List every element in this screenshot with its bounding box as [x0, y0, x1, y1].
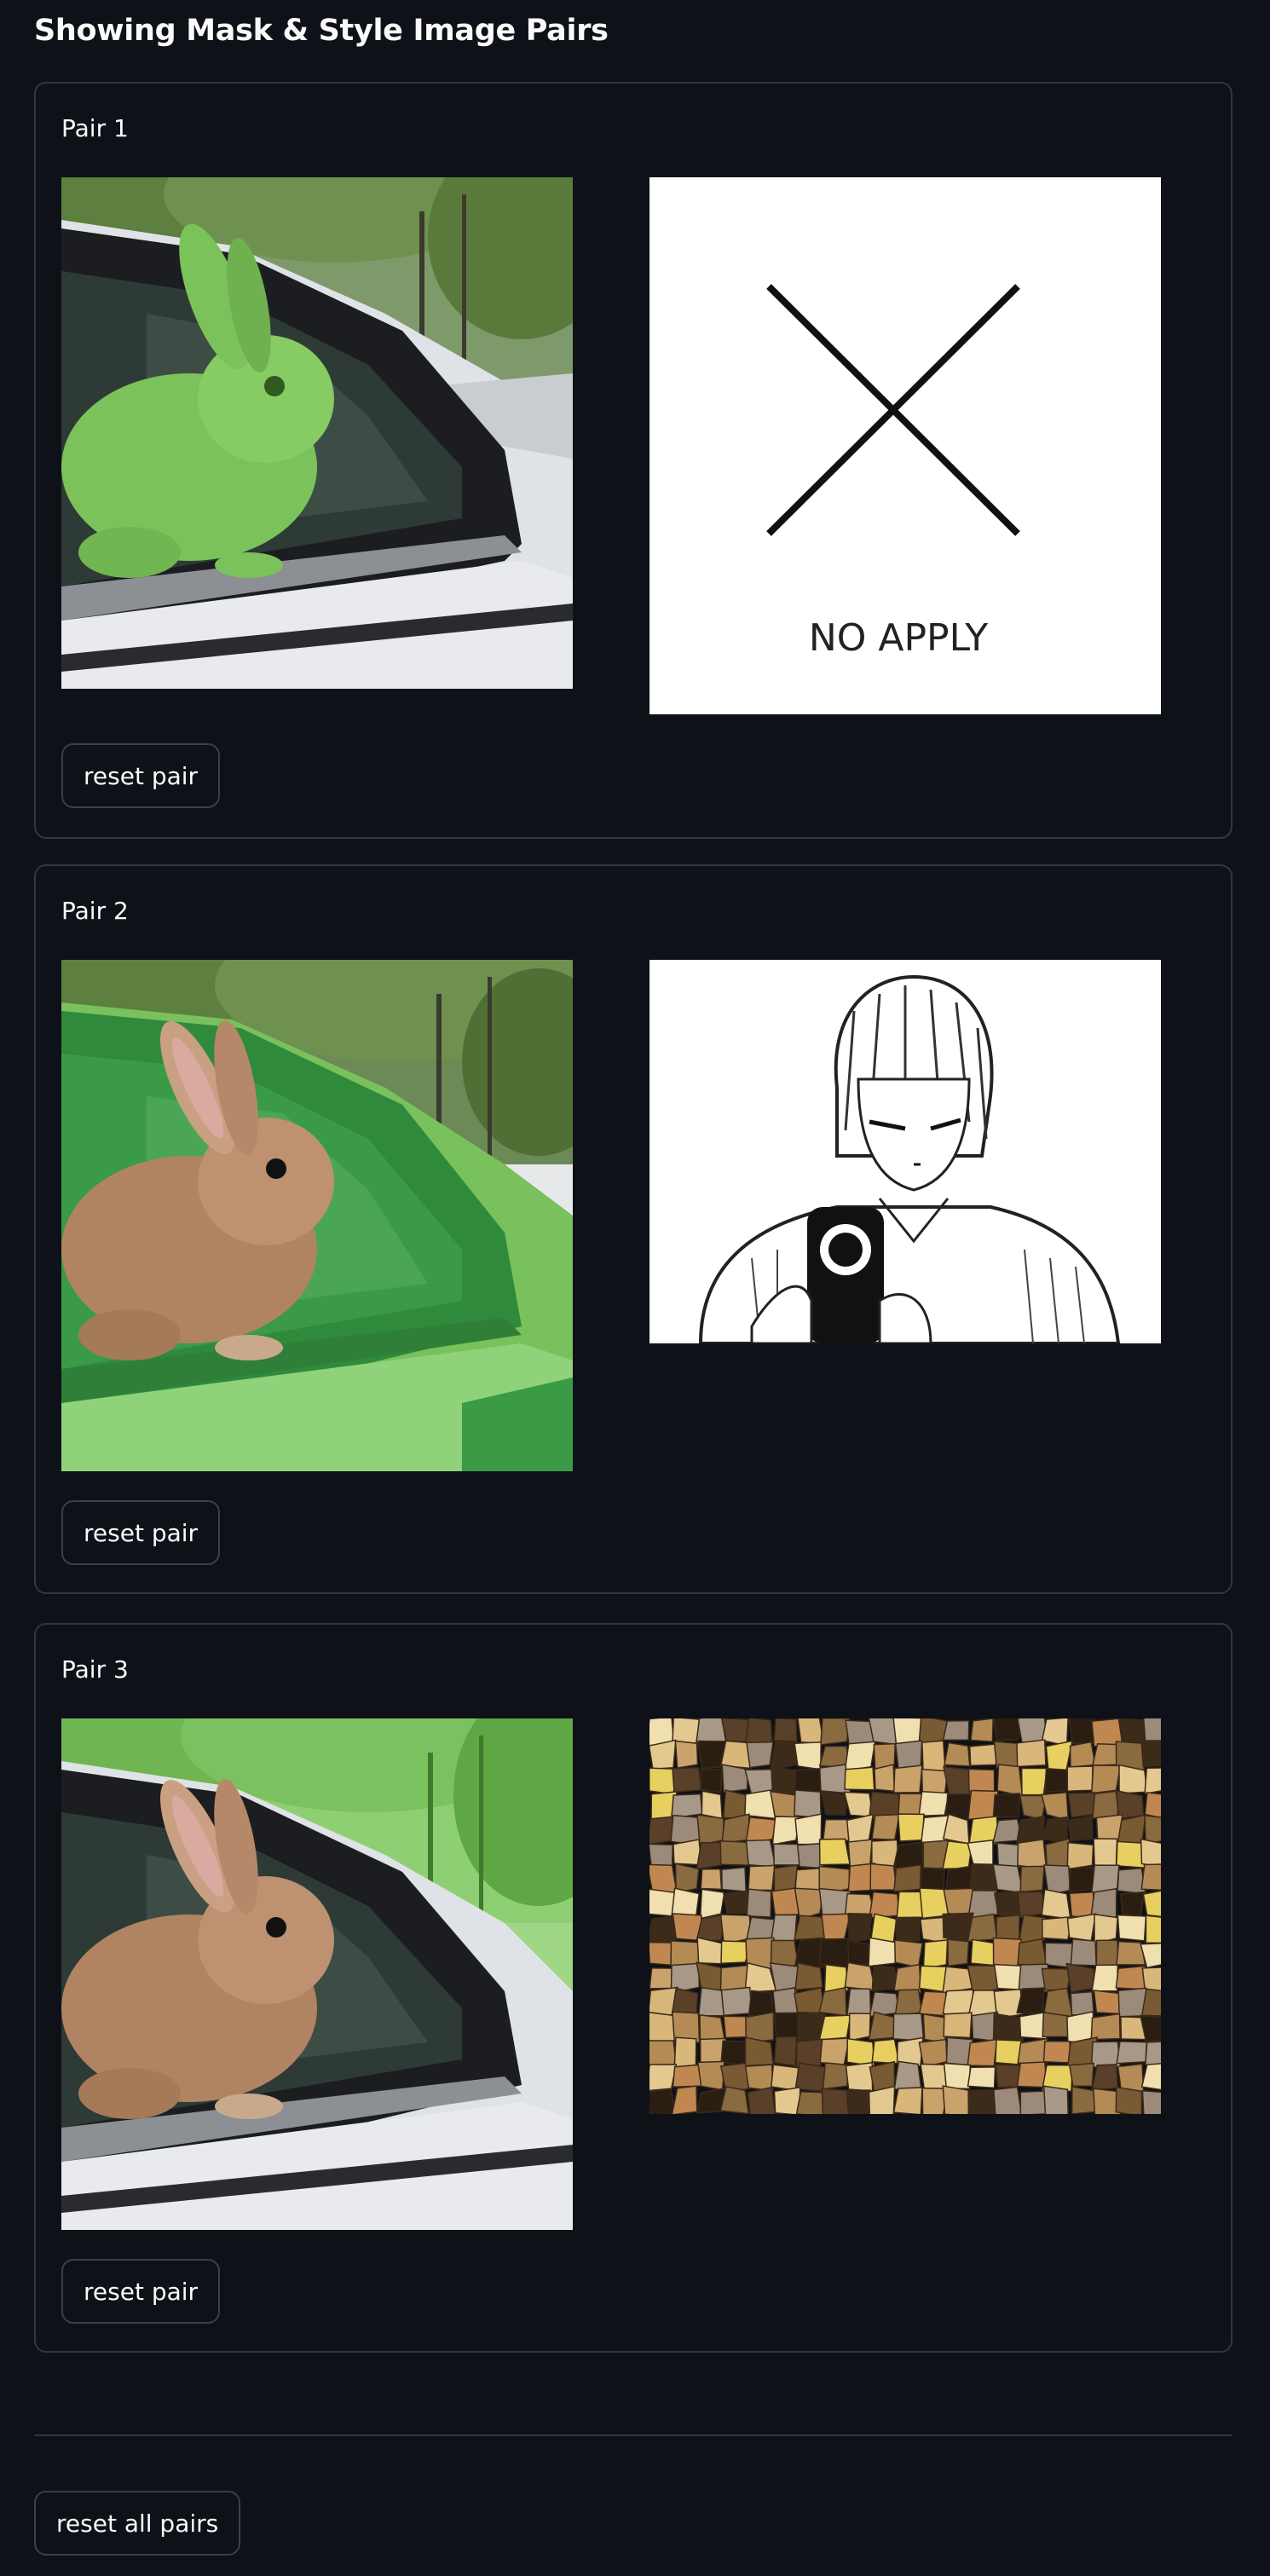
reset-all-pairs-button[interactable]: reset all pairs	[34, 2491, 241, 2556]
pair-card-2: Pair 2 reset pair	[34, 864, 1232, 1594]
reset-pair-button[interactable]: reset pair	[61, 2259, 221, 2324]
divider	[34, 2434, 1232, 2436]
reset-pair-button[interactable]: reset pair	[61, 1500, 221, 1565]
mask-image	[61, 960, 573, 1471]
pair-label: Pair 1	[61, 114, 129, 142]
pair-label: Pair 2	[61, 897, 129, 925]
pair-card-1: Pair 1 NO APPLY reset pair	[34, 82, 1232, 839]
page-title: Showing Mask & Style Image Pairs	[34, 14, 609, 48]
mask-image	[61, 1718, 573, 2230]
pair-card-3: Pair 3 reset pair	[34, 1623, 1232, 2353]
mask-image	[61, 177, 573, 689]
style-image	[649, 960, 1161, 1343]
pair-label: Pair 3	[61, 1655, 129, 1684]
no-apply-text: NO APPLY	[809, 616, 988, 660]
style-image: NO APPLY	[649, 177, 1161, 714]
reset-pair-button[interactable]: reset pair	[61, 743, 221, 808]
style-image	[649, 1718, 1161, 2114]
